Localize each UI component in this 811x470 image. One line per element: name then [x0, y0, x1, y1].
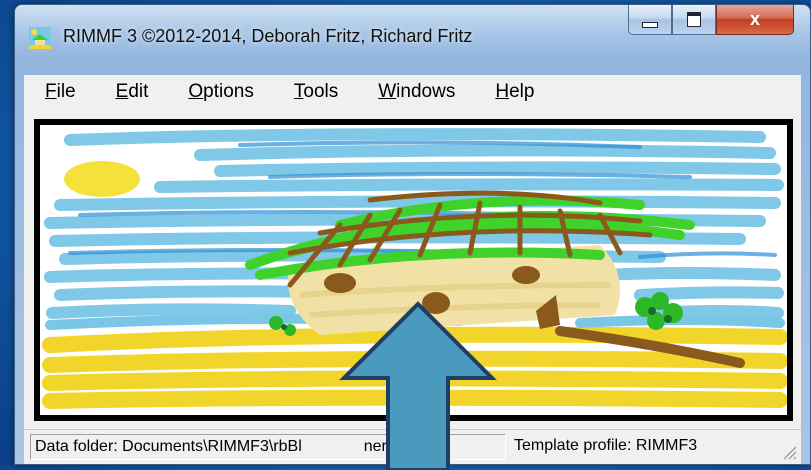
status-data-folder-text: Data folder: Documents\RIMMF3\rbBl — [35, 438, 302, 455]
maximize-button[interactable] — [672, 5, 716, 35]
status-template-profile: Template profile: RIMMF3 — [514, 437, 698, 454]
rimmf-icon[interactable] — [29, 27, 51, 49]
menu-options[interactable]: Options — [188, 81, 253, 103]
window-title: RIMMF 3 ©2012-2014, Deborah Fritz, Richa… — [63, 26, 473, 46]
menu-bar: File Edit Options Tools Windows Help — [24, 75, 801, 110]
menu-help[interactable]: Help — [495, 81, 534, 103]
up-arrow-icon — [339, 301, 497, 470]
minimize-button[interactable] — [628, 5, 672, 35]
menu-file[interactable]: File — [45, 81, 76, 103]
close-button[interactable]: x — [716, 5, 794, 35]
maximize-icon — [687, 12, 701, 27]
resize-grip-icon[interactable] — [779, 442, 797, 460]
title-bar[interactable]: RIMMF 3 ©2012-2014, Deborah Fritz, Richa… — [15, 5, 810, 67]
menu-tools[interactable]: Tools — [294, 81, 338, 103]
caption-buttons: x — [628, 5, 794, 35]
menu-edit[interactable]: Edit — [116, 81, 149, 103]
close-icon: x — [749, 9, 760, 29]
minimize-icon — [642, 21, 658, 28]
menu-windows[interactable]: Windows — [378, 81, 455, 103]
